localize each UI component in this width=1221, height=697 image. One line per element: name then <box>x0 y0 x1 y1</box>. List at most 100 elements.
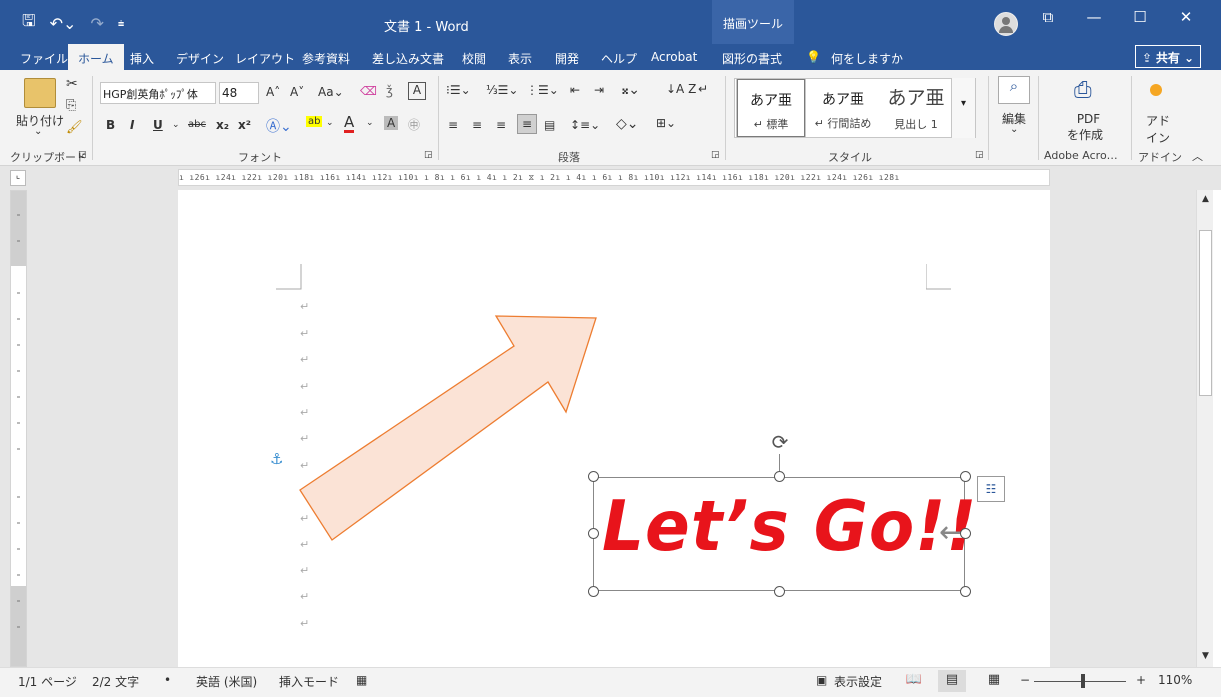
bold-button[interactable]: B <box>106 118 115 132</box>
character-shading-icon[interactable]: A <box>384 116 399 130</box>
font-color-icon[interactable]: A <box>344 114 355 133</box>
justify-icon[interactable]: ≡ <box>517 114 538 134</box>
scroll-thumb[interactable] <box>1199 230 1212 396</box>
tab-selector[interactable]: ⌞ <box>10 170 26 186</box>
pdf-icon[interactable]: ⎙ <box>1074 78 1092 103</box>
styles-launcher-icon[interactable]: ◲ <box>975 150 984 160</box>
horizontal-ruler[interactable]: ı ı26ı ı24ı ı22ı ı20ı ı18ı ı16ı ı14ı ı12… <box>178 169 1050 186</box>
sort-icon[interactable]: ↓A Z <box>666 82 696 96</box>
styles-more-icon[interactable]: ▾ <box>951 78 975 138</box>
resize-handle[interactable] <box>588 586 599 597</box>
collapse-ribbon-icon[interactable]: ︿ <box>1192 148 1203 164</box>
style-no-spacing[interactable]: あア亜 ↵ 行間詰め <box>809 79 877 137</box>
tab-home[interactable]: ホーム <box>68 44 124 70</box>
shading-icon[interactable]: ◇⌄ <box>616 116 639 132</box>
vertical-scrollbar[interactable]: ▲ ▼ <box>1196 190 1213 667</box>
style-normal[interactable]: あア亜 ↵ 標準 <box>736 78 806 138</box>
word-count[interactable]: 2/2 文字 <box>92 673 139 690</box>
tab-help[interactable]: ヘルプ <box>601 48 637 69</box>
display-settings-button[interactable]: 表示設定 <box>834 673 882 690</box>
wordart-textbox[interactable]: Let’s Go!! <box>593 477 976 591</box>
paste-icon[interactable] <box>24 78 56 108</box>
share-button[interactable]: ⇪ 共有 ⌄ <box>1135 45 1201 68</box>
resize-handle[interactable] <box>588 471 599 482</box>
macro-record-icon[interactable]: ▦ <box>356 673 367 687</box>
zoom-slider-thumb[interactable] <box>1081 674 1085 688</box>
underline-dropdown-icon[interactable]: ⌄ <box>172 120 180 130</box>
addins-button[interactable]: アド イン <box>1146 112 1170 146</box>
distributed-icon[interactable]: ▤ <box>544 118 555 132</box>
page-count[interactable]: 1/1 ページ <box>18 673 77 690</box>
superscript-button[interactable]: x² <box>238 118 251 132</box>
resize-handle[interactable] <box>960 471 971 482</box>
tab-shape-format[interactable]: 図形の書式 <box>722 48 782 69</box>
cut-icon[interactable]: ✂ <box>66 76 78 92</box>
wordart-text[interactable]: Let’s Go!! <box>602 486 977 567</box>
strikethrough-button[interactable]: abc <box>188 119 206 130</box>
text-effects-icon[interactable]: Ⓐ⌄ <box>266 116 292 136</box>
scroll-down-icon[interactable]: ▼ <box>1199 651 1212 665</box>
scroll-up-icon[interactable]: ▲ <box>1199 194 1212 208</box>
resize-handle[interactable] <box>774 471 785 482</box>
maximize-icon[interactable]: ☐ <box>1117 8 1163 26</box>
highlight-color-icon[interactable]: ab <box>306 116 323 127</box>
search-icon[interactable]: ⌕ <box>998 76 1030 104</box>
multilevel-list-icon[interactable]: ⋮☰⌄ <box>526 83 559 97</box>
copy-icon[interactable]: ⎘ <box>66 98 76 113</box>
tab-file[interactable]: ファイル <box>20 48 68 69</box>
subscript-button[interactable]: x₂ <box>216 118 229 132</box>
grow-font-button[interactable]: A˄ <box>266 85 280 99</box>
italic-button[interactable]: I <box>130 118 134 132</box>
align-center-icon[interactable]: ≡ <box>472 118 482 132</box>
font-name-combo[interactable]: HGP創英角ﾎﾟｯﾌﾟ体 <box>100 82 216 104</box>
shrink-font-button[interactable]: A˅ <box>290 85 304 99</box>
style-heading-1[interactable]: あア亜 見出し 1 <box>881 79 951 137</box>
font-color-dropdown-icon[interactable]: ⌄ <box>366 118 374 128</box>
show-marks-icon[interactable]: ↵ <box>698 82 708 96</box>
tell-me-search[interactable]: 何をしますか <box>831 48 903 69</box>
minimize-icon[interactable]: — <box>1071 8 1117 26</box>
redo-icon[interactable]: ↷ <box>90 14 103 33</box>
font-size-combo[interactable]: 48 <box>219 82 259 104</box>
user-avatar[interactable] <box>994 12 1018 36</box>
ribbon-display-options-icon[interactable]: ⧉ <box>1025 8 1071 26</box>
tab-layout[interactable]: レイアウト <box>235 48 295 69</box>
layout-options-icon[interactable]: ☷ <box>977 476 1005 502</box>
borders-icon[interactable]: ⊞⌄ <box>656 116 676 130</box>
undo-icon[interactable]: ↶⌄ <box>50 14 77 33</box>
align-right-icon[interactable]: ≡ <box>496 118 506 132</box>
font-launcher-icon[interactable]: ◲ <box>424 150 433 160</box>
zoom-out-button[interactable]: − <box>1020 673 1030 687</box>
read-mode-icon[interactable]: 📖 <box>900 670 928 692</box>
display-settings-icon[interactable]: ▣ <box>816 673 827 687</box>
close-icon[interactable]: ✕ <box>1163 8 1209 26</box>
line-spacing-icon[interactable]: ↕≡⌄ <box>570 118 600 132</box>
customize-qat-icon[interactable]: ⩧ <box>118 17 124 31</box>
vertical-ruler[interactable] <box>10 190 27 667</box>
addins-icon[interactable] <box>1150 84 1162 96</box>
character-border-icon[interactable]: A <box>408 82 426 100</box>
resize-handle[interactable] <box>588 528 599 539</box>
editing-dropdown-icon[interactable]: ⌄ <box>1010 124 1018 135</box>
paragraph-launcher-icon[interactable]: ◲ <box>711 150 720 160</box>
insert-mode-indicator[interactable]: 挿入モード <box>279 673 339 690</box>
save-icon[interactable]: 🖫 <box>22 10 36 37</box>
tab-review[interactable]: 校閲 <box>462 48 486 69</box>
language-indicator[interactable]: 英語 (米国) <box>196 673 257 690</box>
rotate-handle-icon[interactable]: ⟳ <box>769 431 791 453</box>
tab-references[interactable]: 参考資料 <box>302 48 350 69</box>
resize-handle[interactable] <box>774 586 785 597</box>
zoom-slider[interactable] <box>1034 681 1126 682</box>
tab-developer[interactable]: 開発 <box>555 48 579 69</box>
clear-formatting-icon[interactable]: ⌫ <box>360 84 377 98</box>
create-pdf-button[interactable]: PDF を作成 <box>1067 112 1103 143</box>
web-layout-icon[interactable]: ▦ <box>980 670 1008 692</box>
align-left-icon[interactable]: ≡ <box>448 118 458 132</box>
resize-handle[interactable] <box>960 528 971 539</box>
highlight-dropdown-icon[interactable]: ⌄ <box>326 118 334 128</box>
tab-view[interactable]: 表示 <box>508 48 532 69</box>
tab-insert[interactable]: 挿入 <box>130 48 154 69</box>
bullets-icon[interactable]: ⁝☰⌄ <box>446 83 471 97</box>
decrease-indent-icon[interactable]: ⇤ <box>570 83 580 97</box>
phonetic-guide-icon[interactable]: ǯ <box>386 84 393 98</box>
